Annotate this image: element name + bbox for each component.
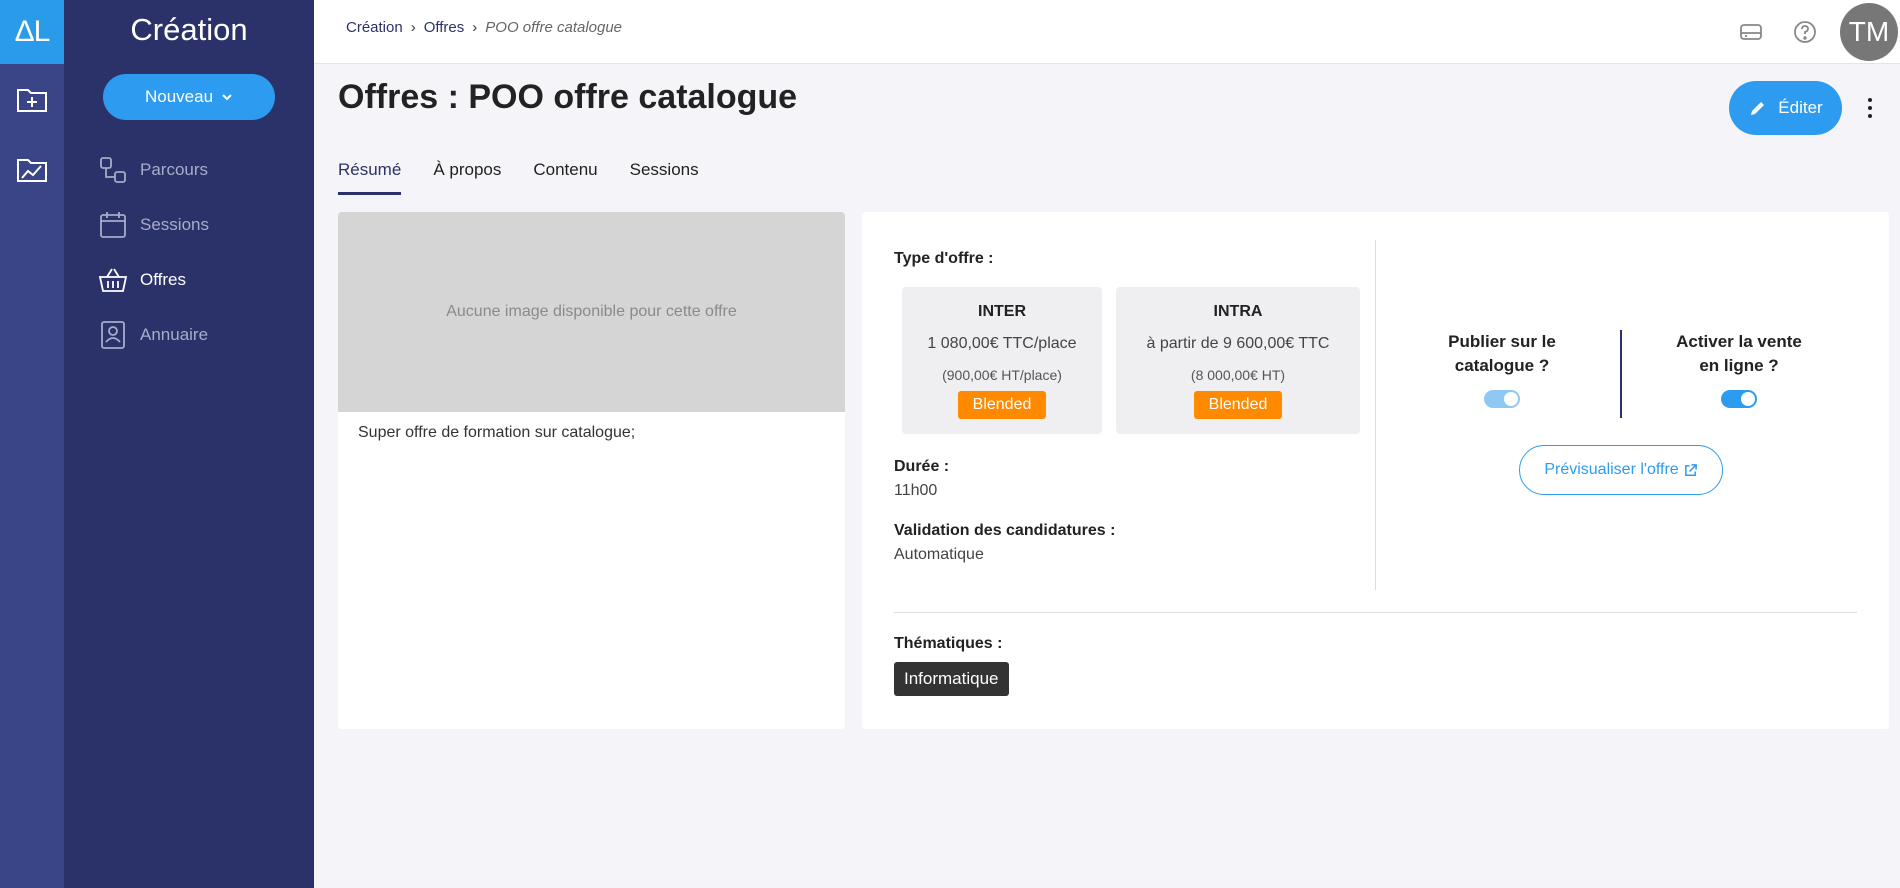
image-card: Aucune image disponible pour cette offre… xyxy=(338,212,845,729)
preview-offer-button[interactable]: Prévisualiser l'offre xyxy=(1519,445,1723,495)
online-sale-setting: Activer la vente en ligne ? xyxy=(1659,330,1819,408)
sidebar-title: Création xyxy=(130,12,248,47)
chevron-right-icon: › xyxy=(410,19,416,36)
help-icon[interactable] xyxy=(1778,5,1832,59)
tab-sessions[interactable]: Sessions xyxy=(630,160,699,195)
avatar[interactable]: TM xyxy=(1840,3,1898,61)
price-sub: (900,00€ HT/place) xyxy=(942,367,1062,383)
breadcrumb-current: POO offre catalogue xyxy=(485,19,623,36)
external-link-icon xyxy=(1684,463,1697,476)
more-options-icon[interactable] xyxy=(1860,92,1880,124)
price-name: INTER xyxy=(978,303,1026,320)
sidebar-item-label: Annuaire xyxy=(140,324,209,344)
theme-chip: Informatique xyxy=(894,662,1009,696)
price-sub: (8 000,00€ HT) xyxy=(1190,367,1286,383)
status-badge: Blended xyxy=(957,391,1047,419)
preview-button-label: Prévisualiser l'offre xyxy=(1544,461,1679,478)
sidebar-item-offres[interactable]: Offres xyxy=(64,252,314,307)
duration-label: Durée : xyxy=(894,458,950,475)
publish-catalog-setting: Publier sur le catalogue ? xyxy=(1422,330,1582,408)
pencil-icon xyxy=(1751,102,1765,115)
contact-book-icon xyxy=(101,320,125,349)
sidebar-item-label: Parcours xyxy=(140,159,209,179)
price-name: INTRA xyxy=(1213,303,1263,320)
offer-type-label: Type d'offre : xyxy=(894,250,994,267)
app-logo[interactable]: ΔL xyxy=(0,0,64,64)
tab-contenu[interactable]: Contenu xyxy=(533,160,597,195)
breadcrumb-offres[interactable]: Offres xyxy=(424,19,465,36)
publish-catalog-toggle[interactable] xyxy=(1484,390,1520,408)
flow-icon xyxy=(100,156,126,183)
price-main: à partir de 9 600,00€ TTC xyxy=(1146,335,1330,352)
new-button-label: Nouveau xyxy=(144,87,214,106)
themes-label: Thématiques : xyxy=(894,635,1003,652)
top-icons: TM xyxy=(1724,0,1900,64)
icon-rail: ΔL xyxy=(0,0,64,888)
tab-a-propos[interactable]: À propos xyxy=(433,160,501,195)
sidebar-item-label: Sessions xyxy=(140,214,209,234)
image-placeholder: Aucune image disponible pour cette offre xyxy=(338,212,845,412)
inbox-icon[interactable] xyxy=(1724,5,1778,59)
breadcrumb-creation[interactable]: Création xyxy=(346,19,403,36)
sidebar-item-sessions[interactable]: Sessions xyxy=(64,197,314,252)
price-main: 1 080,00€ TTC/place xyxy=(927,335,1077,352)
new-button[interactable]: Nouveau xyxy=(103,74,275,120)
publish-label-line2: catalogue ? xyxy=(1454,356,1550,375)
sidebar-item-parcours[interactable]: Parcours xyxy=(64,142,314,197)
tab-resume[interactable]: Résumé xyxy=(338,160,402,195)
folder-plus-icon[interactable] xyxy=(0,64,64,134)
breadcrumb: Création › Offres › POO offre catalogue xyxy=(346,19,622,36)
page-title: Offres : POO offre catalogue xyxy=(338,78,798,116)
edit-button[interactable]: Éditer xyxy=(1729,81,1842,135)
sidebar-item-label: Offres xyxy=(140,269,186,289)
status-badge: Blended xyxy=(1193,391,1283,419)
sidebar-item-annuaire[interactable]: Annuaire xyxy=(64,307,314,362)
vente-label-line1: Activer la vente xyxy=(1676,332,1802,351)
tabs: Résumé À propos Contenu Sessions xyxy=(338,160,699,195)
basket-icon xyxy=(98,268,128,292)
horizontal-divider xyxy=(894,612,1857,613)
calendar-icon xyxy=(100,211,126,238)
online-sale-toggle[interactable] xyxy=(1721,390,1757,408)
chevron-down-icon xyxy=(222,94,232,101)
vente-label-line2: en ligne ? xyxy=(1699,356,1779,375)
toggle-separator xyxy=(1620,330,1622,418)
info-card: Type d'offre : INTER 1 080,00€ TTC/place… xyxy=(862,212,1889,729)
topbar: Création › Offres › POO offre catalogue … xyxy=(314,0,1900,64)
validation-label: Validation des candidatures : xyxy=(894,522,1116,539)
price-box-intra: INTRA à partir de 9 600,00€ TTC (8 000,0… xyxy=(1116,287,1360,434)
vertical-divider xyxy=(1375,240,1376,590)
chevron-right-icon: › xyxy=(472,19,478,36)
publish-label-line1: Publier sur le xyxy=(1448,332,1556,351)
price-box-inter: INTER 1 080,00€ TTC/place (900,00€ HT/pl… xyxy=(902,287,1102,434)
duration-value: 11h00 xyxy=(894,482,938,499)
sidebar-nav: Parcours Sessions Offres Annuaire xyxy=(64,142,314,362)
sidebar: Création Nouveau Parcours Sessions Offre… xyxy=(64,0,314,888)
validation-value: Automatique xyxy=(894,546,984,563)
chart-folder-icon[interactable] xyxy=(0,134,64,204)
offer-description: Super offre de formation sur catalogue; xyxy=(358,424,636,441)
edit-button-label: Éditer xyxy=(1778,98,1823,117)
